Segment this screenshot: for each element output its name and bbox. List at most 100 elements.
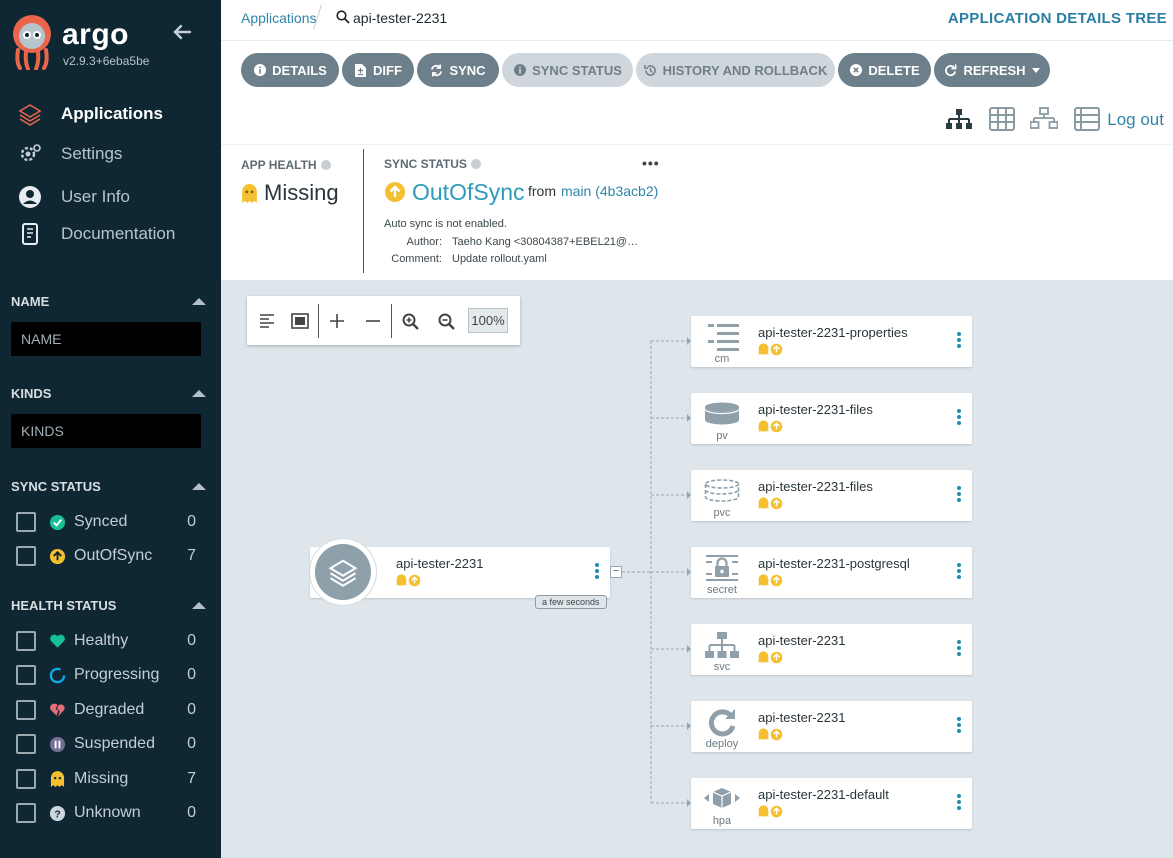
book-icon (18, 222, 42, 246)
zoom-level: 100% (468, 308, 508, 333)
kebab-menu-icon[interactable] (594, 563, 600, 583)
resource-status (758, 420, 783, 433)
delete-button[interactable]: DELETE (838, 53, 931, 87)
resource-node-hpa[interactable]: hpa api-tester-2231-default (691, 778, 972, 829)
ghost-icon (758, 805, 769, 817)
kebab-menu-icon[interactable] (956, 640, 962, 660)
resource-node-secret[interactable]: secret api-tester-2231-postgresql (691, 547, 972, 598)
kind-label: pvc (713, 507, 731, 519)
history-rollback-button[interactable]: HISTORY AND ROLLBACK (636, 53, 835, 87)
resource-name: api-tester-2231 (758, 633, 846, 648)
more-options-icon[interactable]: ••• (642, 155, 660, 171)
align-left-icon[interactable] (256, 310, 278, 332)
filter-outofsync[interactable]: OutOfSync 7 (16, 544, 201, 568)
list-view-icon[interactable] (1073, 107, 1101, 131)
kebab-menu-icon[interactable] (956, 563, 962, 583)
checkbox[interactable] (16, 546, 36, 566)
checkbox[interactable] (16, 512, 36, 532)
filter-suspended[interactable]: Suspended 0 (16, 732, 201, 756)
kinds-filter-input[interactable] (11, 414, 201, 448)
filter-label: Missing (74, 770, 129, 787)
zoom-in-icon[interactable] (399, 310, 421, 332)
network-view-icon[interactable] (1030, 107, 1058, 131)
resource-node-pvc[interactable]: pvc api-tester-2231-files (691, 470, 972, 521)
cube-arrows-icon (703, 784, 741, 814)
checkbox[interactable] (16, 734, 36, 754)
filter-missing[interactable]: Missing 7 (16, 767, 201, 791)
kebab-menu-icon[interactable] (956, 717, 962, 737)
caret-down-icon (1031, 67, 1040, 73)
checkbox[interactable] (16, 665, 36, 685)
filter-unknown[interactable]: ? Unknown 0 (16, 801, 201, 825)
expand-all-icon[interactable] (326, 310, 348, 332)
resource-node-pv[interactable]: pv api-tester-2231-files (691, 393, 972, 444)
collapse-all-icon[interactable] (362, 310, 384, 332)
version-label: v2.9.3+6eba5be (63, 54, 150, 68)
resource-node-cm[interactable]: cm api-tester-2231-properties (691, 316, 972, 367)
arrow-up-circle-icon (770, 343, 783, 356)
fit-screen-icon[interactable] (289, 310, 311, 332)
question-circle-icon: ? (48, 804, 66, 822)
sync-status-button[interactable]: SYNC STATUS (502, 53, 633, 87)
nav-documentation[interactable]: Documentation (0, 216, 221, 252)
resource-node-deploy[interactable]: deploy api-tester-2231 (691, 701, 972, 752)
button-label: DIFF (373, 62, 402, 78)
kebab-menu-icon[interactable] (956, 409, 962, 429)
collapse-sidebar-icon[interactable] (170, 20, 194, 44)
search-icon[interactable] (336, 10, 350, 24)
checkbox[interactable] (16, 631, 36, 651)
filter-count: 0 (187, 632, 196, 649)
filter-progressing[interactable]: Progressing 0 (16, 663, 201, 687)
nav-label: Documentation (61, 224, 176, 243)
diff-button[interactable]: DIFF (342, 53, 414, 87)
progress-circle-icon (48, 666, 66, 684)
pods-grid-view-icon[interactable] (988, 107, 1016, 131)
refresh-button[interactable]: REFRESH (934, 53, 1050, 87)
sync-button[interactable]: SYNC (417, 53, 499, 87)
filter-degraded[interactable]: Degraded 0 (16, 698, 201, 722)
sync-status-title: SYNC STATUS (384, 157, 467, 171)
auto-sync-note: Auto sync is not enabled. (384, 218, 507, 230)
ghost-icon (758, 420, 769, 432)
kebab-menu-icon[interactable] (956, 794, 962, 814)
database-dashed-icon (703, 476, 741, 506)
nav-user-info[interactable]: User Info (0, 179, 221, 215)
filter-label: Degraded (74, 701, 145, 718)
collapse-triangle-icon[interactable] (192, 298, 206, 305)
button-label: DELETE (868, 62, 920, 78)
collapse-node-button[interactable]: − (610, 566, 622, 578)
collapse-triangle-icon[interactable] (192, 483, 206, 490)
resource-node-svc[interactable]: svc api-tester-2231 (691, 624, 972, 675)
breadcrumb-applications[interactable]: Applications (241, 10, 317, 26)
revision-link[interactable]: main (4b3acb2) (561, 183, 658, 199)
checkbox[interactable] (16, 769, 36, 789)
zoom-out-icon[interactable] (435, 310, 457, 332)
checkbox[interactable] (16, 700, 36, 720)
resource-name: api-tester-2231 (758, 710, 846, 725)
tree-view-icon[interactable] (945, 107, 973, 131)
user-circle-icon (18, 185, 42, 209)
filter-label: Healthy (74, 632, 129, 649)
times-circle-icon (849, 64, 862, 77)
collapse-triangle-icon[interactable] (192, 390, 206, 397)
file-diff-icon (354, 63, 367, 77)
collapse-triangle-icon[interactable] (192, 602, 206, 609)
help-icon[interactable] (470, 159, 481, 169)
filter-healthy[interactable]: Healthy 0 (16, 629, 201, 653)
details-button[interactable]: DETAILS (241, 53, 339, 87)
checkbox[interactable] (16, 803, 36, 823)
check-circle-icon (48, 513, 66, 531)
kebab-menu-icon[interactable] (956, 332, 962, 352)
filter-synced[interactable]: Synced 0 (16, 510, 201, 534)
arrow-up-circle-icon (48, 547, 66, 565)
name-filter-input[interactable] (11, 322, 201, 356)
kebab-menu-icon[interactable] (956, 486, 962, 506)
resource-status (758, 497, 783, 510)
heart-icon (48, 632, 66, 650)
logout-link[interactable]: Log out (1107, 110, 1164, 130)
help-icon[interactable] (320, 160, 331, 170)
nav-settings[interactable]: Settings (0, 136, 221, 172)
ghost-icon (758, 343, 769, 355)
nav-applications[interactable]: Applications (0, 96, 221, 132)
lock-icon (703, 553, 741, 583)
